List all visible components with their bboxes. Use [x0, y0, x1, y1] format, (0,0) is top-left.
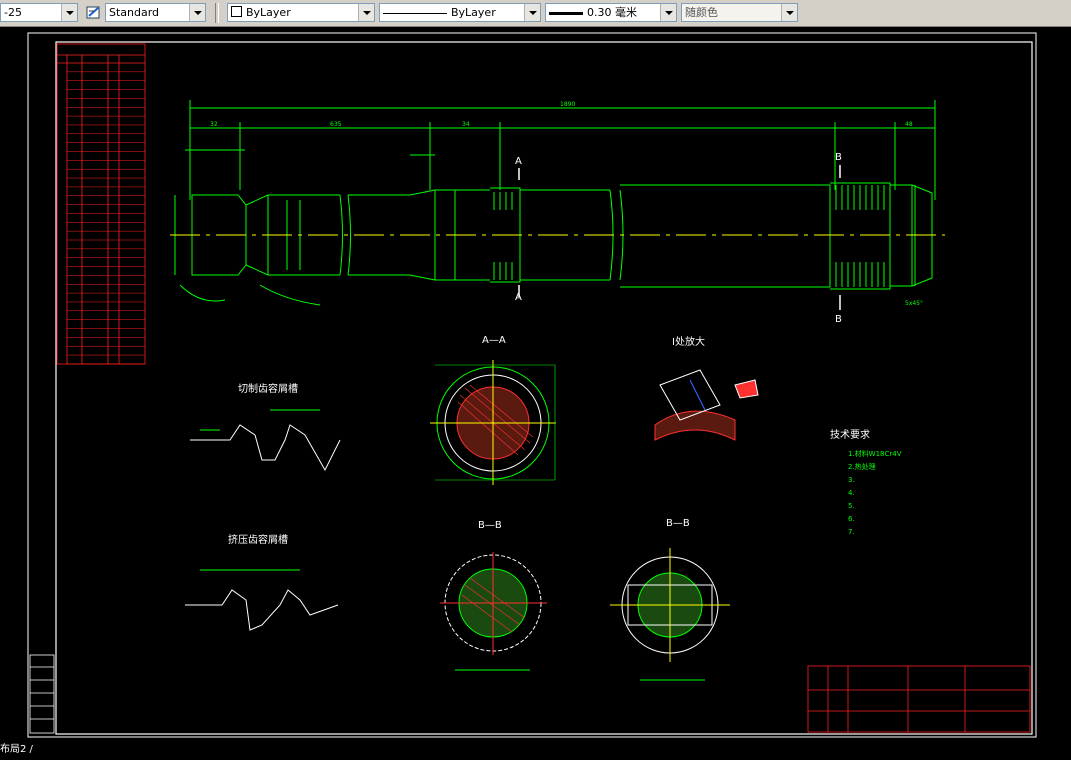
textstyle-manager-icon[interactable]: [85, 4, 103, 21]
tooth-table-rows: [67, 71, 145, 365]
color-swatch-icon: [231, 6, 242, 17]
spline-title-2: 挤压齿容屑槽: [228, 533, 288, 546]
tech-item: 1.材料W18Cr4V: [848, 449, 902, 458]
linetype-select[interactable]: ByLayer: [379, 3, 541, 22]
sheet-inner-border: [55, 41, 1033, 735]
dim-d1: 32: [210, 121, 218, 128]
section-aa-view: A—A: [430, 335, 556, 485]
detail-i-view: I处放大: [654, 335, 759, 441]
chevron-down-icon[interactable]: [358, 4, 374, 21]
section-bb-left-title: B—B: [478, 520, 502, 531]
color-value: ByLayer: [246, 6, 291, 19]
cut-mark-b-top: B: [835, 152, 842, 163]
dim-d3: 34: [462, 121, 470, 128]
drawing-canvas[interactable]: A A B B 1890 32 635 34 48 5x45° A—A I处放大: [0, 27, 1071, 756]
plotstyle-select[interactable]: 随颜色: [681, 3, 798, 22]
linetype-sample-icon: [383, 12, 447, 14]
title-block: [807, 665, 1031, 733]
lineweight-select[interactable]: 0.30 毫米: [545, 3, 677, 22]
section-bb-right-title: B—B: [666, 518, 690, 529]
section-bb-right-view: B—B: [610, 518, 730, 681]
cut-lines: [518, 165, 841, 310]
section-marks: A A B B: [515, 152, 842, 325]
chip-groove-1: 切制齿容屑槽: [190, 382, 341, 472]
tech-title: 技术要求: [830, 428, 870, 441]
dim-d2: 635: [330, 121, 342, 128]
tech-item: 2.热处理: [848, 462, 876, 471]
plotstyle-value: 随颜色: [685, 6, 718, 19]
dim-d4: 48: [905, 121, 913, 128]
linetype-value: ByLayer: [451, 6, 496, 19]
cut-mark-a-top: A: [515, 156, 522, 167]
section-aa-title: A—A: [482, 335, 506, 346]
dim-chamfer: 5x45°: [905, 300, 923, 307]
chevron-down-icon[interactable]: [781, 4, 797, 21]
section-bb-left-view: B—B: [440, 520, 547, 671]
lineweight-value: 0.30 毫米: [587, 6, 637, 19]
toolbar-separator: [215, 3, 219, 23]
dim-overall: 1890: [560, 101, 575, 108]
textstyle-value: Standard: [109, 6, 160, 19]
color-select[interactable]: ByLayer: [227, 3, 375, 22]
tooth-size-table: [56, 43, 146, 365]
cut-mark-b-bottom: B: [835, 314, 842, 325]
dimstyle-value: -25: [4, 6, 22, 19]
chevron-down-icon[interactable]: [660, 4, 676, 21]
textstyle-select[interactable]: Standard: [105, 3, 206, 22]
detail-i-title: I处放大: [672, 335, 705, 348]
chip-groove-2: 挤压齿容屑槽: [185, 533, 339, 631]
revision-table: [29, 654, 55, 734]
properties-toolbar: -25 Standard ByLayer ByLayer 0.30 毫米 随颜色: [0, 0, 1071, 27]
chevron-down-icon[interactable]: [524, 4, 540, 21]
broach-main-view: [174, 100, 936, 306]
dimstyle-select[interactable]: -25: [0, 3, 78, 22]
spline-title-1: 切制齿容屑槽: [238, 382, 298, 395]
tech-item: 7.: [848, 528, 855, 536]
chevron-down-icon[interactable]: [189, 4, 205, 21]
technical-requirements: 技术要求 1.材料W18Cr4V 2.热处理 3. 4. 5. 6. 7.: [830, 428, 902, 536]
cad-drawing: A A B B 1890 32 635 34 48 5x45° A—A I处放大: [27, 32, 1037, 738]
dimension-labels: 1890 32 635 34 48 5x45°: [210, 101, 923, 307]
lineweight-sample-icon: [549, 11, 583, 15]
tech-item: 5.: [848, 502, 855, 510]
tech-item: 4.: [848, 489, 855, 497]
layout-tab[interactable]: 布局2 /: [0, 744, 100, 756]
tech-item: 6.: [848, 515, 855, 523]
chevron-down-icon[interactable]: [61, 4, 77, 21]
tech-item: 3.: [848, 476, 855, 484]
